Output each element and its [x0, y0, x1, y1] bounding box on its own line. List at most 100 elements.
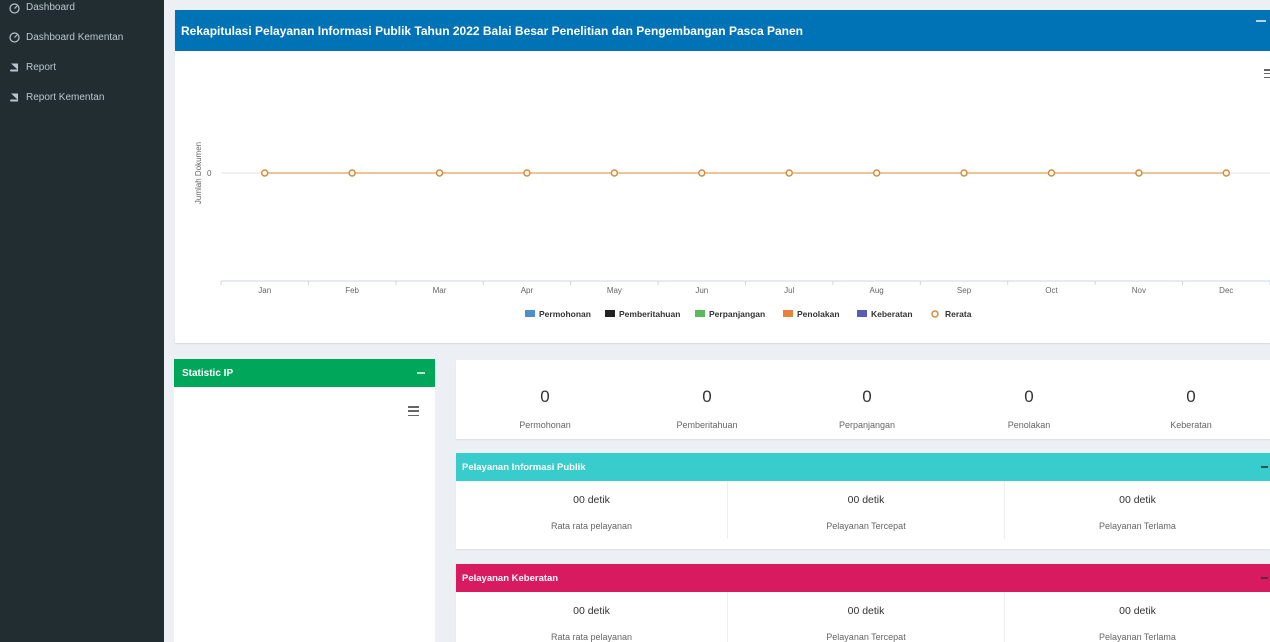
count-label: Pemberitahuan — [676, 420, 738, 430]
collapse-button[interactable] — [1256, 20, 1266, 22]
sidebar-item-report-kementan[interactable]: Report Kementan — [0, 82, 164, 112]
chart-title: Rekapitulasi Pelayanan Informasi Publik … — [181, 23, 804, 38]
collapse-button[interactable] — [1261, 577, 1268, 579]
statistic-ip-box: Statistic IP — [174, 359, 435, 642]
panel-body: 00 detik Rata rata pelayanan 00 detik Pe… — [456, 481, 1270, 547]
sidebar-item-dashboard[interactable]: Dashboard — [0, 0, 164, 22]
x-tick-label: May — [607, 286, 622, 295]
data-point — [785, 169, 793, 177]
dashboard-icon — [8, 2, 20, 14]
x-tick-label: Sep — [957, 286, 972, 295]
sidebar-item-label: Dashboard — [26, 2, 75, 13]
statistic-menu-icon[interactable] — [408, 406, 419, 416]
count-label: Penolakan — [1007, 420, 1051, 430]
service-stat-longest: 00 detik Pelayanan Terlama — [1005, 592, 1270, 642]
data-point — [435, 169, 444, 177]
legend-marker — [605, 310, 615, 317]
x-tick-label: Aug — [870, 286, 884, 295]
panel-title: Pelayanan Keberatan — [462, 572, 559, 584]
legend-marker — [931, 310, 939, 318]
counts-box: 0 Permohonan 0 Pemberitahuan 0 Perpanjan… — [456, 360, 1270, 439]
collapse-button[interactable] — [417, 372, 425, 374]
x-tick-label: Jul — [784, 286, 794, 295]
legend-label: Pemberitahuan — [619, 309, 680, 319]
x-tick-label: Oct — [1045, 286, 1058, 295]
legend-marker — [525, 310, 535, 317]
book-icon — [8, 91, 20, 103]
x-tick-label: Dec — [1219, 286, 1233, 295]
service-label: Pelayanan Terlama — [1099, 632, 1176, 642]
legend-label: Perpanjangan — [709, 309, 765, 319]
book-icon — [8, 61, 20, 73]
count-label: Keberatan — [1170, 420, 1212, 430]
count-permohonan: 0 Permohonan — [464, 360, 626, 430]
legend-label: Rerata — [945, 309, 972, 319]
service-label: Pelayanan Terlama — [1099, 521, 1176, 531]
panel-body: 00 detik Rata rata pelayanan 00 detik Pe… — [456, 592, 1270, 642]
count-label: Permohonan — [519, 420, 571, 430]
count-value: 0 — [540, 387, 550, 406]
statistic-ip-title: Statistic IP — [182, 367, 234, 379]
data-point — [523, 169, 531, 177]
x-tick-label: Jan — [258, 286, 271, 295]
sidebar-item-label: Report — [26, 61, 57, 73]
count-value: 0 — [1186, 387, 1196, 406]
service-stat-fastest: 00 detik Pelayanan Tercepat — [728, 481, 1005, 539]
service-stat-fastest: 00 detik Pelayanan Tercepat — [728, 592, 1005, 642]
x-tick-label: Nov — [1132, 286, 1146, 295]
sidebar-item-label: Report Kementan — [26, 91, 105, 103]
panel-title: Pelayanan Informasi Publik — [462, 461, 586, 473]
sidebar: Dashboard Dashboard Kementan Report Repo… — [0, 0, 164, 642]
service-value: 00 detik — [847, 605, 885, 617]
service-stat-longest: 00 detik Pelayanan Terlama — [1005, 481, 1270, 539]
service-value: 00 detik — [1119, 605, 1156, 617]
data-point — [872, 169, 881, 177]
data-point — [1135, 169, 1143, 177]
legend-marker — [857, 310, 867, 317]
service-stat-average: 00 detik Rata rata pelayanan — [456, 481, 728, 539]
panel-pelayanan-keberatan: Pelayanan Keberatan 00 detik Rata rata p… — [456, 564, 1270, 642]
panel-pelayanan-informasi-publik: Pelayanan Informasi Publik 00 detik Rata… — [456, 453, 1270, 549]
data-point — [610, 169, 619, 177]
legend-label: Keberatan — [871, 309, 913, 319]
data-point — [348, 169, 356, 177]
sidebar-item-report[interactable]: Report — [0, 52, 164, 82]
count-perpanjangan: 0 Perpanjangan — [786, 360, 948, 430]
x-tick-label: Feb — [345, 286, 359, 295]
count-value: 0 — [1024, 387, 1034, 406]
data-point — [698, 169, 706, 177]
count-pemberitahuan: 0 Pemberitahuan — [626, 360, 788, 430]
service-value: 00 detik — [573, 605, 610, 617]
x-tick-label: Mar — [433, 286, 447, 295]
dashboard-icon — [8, 31, 20, 43]
count-label: Perpanjangan — [838, 420, 896, 430]
service-label: Pelayanan Tercepat — [826, 521, 906, 531]
x-tick-label: Jun — [695, 286, 708, 295]
service-label: Rata rata pelayanan — [550, 521, 633, 531]
chart-box: Rekapitulasi Pelayanan Informasi Publik … — [175, 10, 1270, 343]
service-label: Rata rata pelayanan — [550, 632, 633, 642]
panel-header: Pelayanan Keberatan — [456, 564, 1270, 592]
statistic-ip-header: Statistic IP — [174, 359, 435, 387]
count-value: 0 — [862, 387, 872, 406]
service-label: Pelayanan Tercepat — [826, 632, 906, 642]
service-value: 00 detik — [1119, 494, 1156, 506]
data-point — [960, 169, 968, 177]
y-axis-label: Jumlah Dokumen — [194, 142, 203, 204]
chart-plot: Jumlah Dokumen 0 Jan Feb Mar Apr May Jun Jul Aug S… — [194, 142, 1270, 319]
collapse-button[interactable] — [1261, 466, 1268, 468]
sidebar-item-dashboard-kementan[interactable]: Dashboard Kementan — [0, 22, 164, 52]
count-value: 0 — [702, 387, 712, 406]
count-keberatan: 0 Keberatan — [1110, 360, 1270, 430]
panel-header: Pelayanan Informasi Publik — [456, 453, 1270, 481]
legend-label: Penolakan — [797, 309, 840, 319]
service-stat-average: 00 detik Rata rata pelayanan — [456, 592, 728, 642]
service-value: 00 detik — [847, 494, 885, 506]
chart-header: Rekapitulasi Pelayanan Informasi Publik … — [175, 10, 1270, 51]
legend-marker — [783, 310, 793, 317]
data-point — [260, 169, 269, 177]
count-penolakan: 0 Penolakan — [948, 360, 1110, 430]
service-value: 00 detik — [573, 494, 610, 506]
data-point — [1222, 169, 1231, 177]
x-tick-label: Apr — [521, 286, 534, 295]
